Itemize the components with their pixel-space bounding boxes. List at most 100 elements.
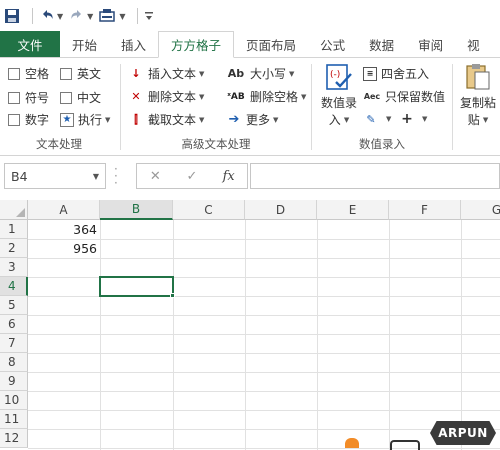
enter-icon[interactable]: ✓ — [174, 169, 211, 184]
undo-dropdown-icon[interactable]: ▼ — [57, 12, 63, 21]
svg-text:(-): (-) — [330, 70, 340, 80]
chevron-down-icon: ▼ — [301, 92, 307, 101]
numeric-entry-button[interactable]: (-) 数值录 入 ▼ — [317, 62, 361, 128]
gridline — [173, 220, 174, 450]
tab-fangfang[interactable]: 方方格子 — [158, 31, 235, 58]
quick-access-toolbar: ▼ ▼ ▼ — [0, 0, 500, 32]
row-header-11[interactable]: 11 — [0, 410, 28, 429]
chevron-down-icon: ▼ — [199, 92, 205, 101]
checkbox[interactable] — [8, 91, 20, 104]
touch-mode-dropdown-icon[interactable]: ▼ — [119, 12, 125, 21]
column-header-a[interactable]: A — [28, 200, 100, 220]
tab-page-layout[interactable]: 页面布局 — [234, 31, 308, 57]
cell-a2[interactable]: 956 — [28, 239, 100, 258]
insert-text-button[interactable]: ↓ 插入文本 ▼ — [128, 65, 204, 82]
tab-file[interactable]: 文件 — [0, 31, 60, 57]
execute-label: 执行 — [78, 113, 103, 127]
checkbox[interactable] — [8, 67, 20, 80]
fill-handle[interactable] — [170, 293, 175, 298]
gridline — [461, 220, 462, 450]
row-header-9[interactable]: 9 — [0, 372, 28, 391]
case-icon: Ab — [227, 67, 245, 80]
execute-button[interactable]: ★ 执行 ▼ — [60, 111, 110, 128]
execute-icon: ★ — [60, 112, 74, 127]
option-space[interactable]: 空格 — [8, 65, 49, 82]
tab-view[interactable]: 视 — [455, 31, 492, 57]
cancel-icon[interactable]: ✕ — [137, 169, 174, 184]
keep-values-icon: Aec — [363, 92, 381, 101]
formula-bar-resize-handle[interactable]: · · · — [114, 163, 118, 189]
column-header-g[interactable]: G — [461, 200, 500, 220]
copy-paste-label-line2: 贴 ▼ — [468, 111, 488, 128]
redo-dropdown-icon[interactable]: ▼ — [87, 12, 93, 21]
gridline — [28, 448, 500, 449]
formula-bar: B4 ▼ · · · ✕ ✓ fx — [0, 156, 500, 200]
column-header-e[interactable]: E — [317, 200, 389, 220]
row-header-7[interactable]: 7 — [0, 334, 28, 353]
chevron-down-icon[interactable]: ▼ — [93, 172, 99, 181]
chevron-down-icon: ▼ — [343, 115, 350, 124]
option-label: 中文 — [77, 91, 102, 105]
save-icon[interactable] — [4, 4, 20, 28]
tab-formulas[interactable]: 公式 — [308, 31, 357, 57]
gridline — [28, 258, 500, 259]
keep-values-button[interactable]: Aec 只保留数值 — [363, 88, 445, 105]
chevron-down-icon: ▼ — [199, 69, 205, 78]
gridline — [28, 372, 500, 373]
extract-text-label: 截取文本 — [148, 113, 197, 127]
gridline — [28, 429, 500, 430]
formula-input[interactable] — [250, 163, 500, 189]
row-header-4[interactable]: 4 — [0, 277, 28, 296]
column-header-f[interactable]: F — [389, 200, 461, 220]
row-header-6[interactable]: 6 — [0, 315, 28, 334]
select-all-corner[interactable] — [0, 200, 28, 220]
column-header-b[interactable]: B — [100, 200, 173, 220]
watermark-logo-shape — [345, 438, 359, 448]
insert-function-icon[interactable]: fx — [210, 169, 247, 184]
row-header-5[interactable]: 5 — [0, 296, 28, 315]
edit-button[interactable]: ✎ ▼ — [363, 111, 391, 127]
insert-text-icon: ↓ — [131, 67, 141, 80]
more-button[interactable]: ➔ 更多 ▼ — [226, 111, 279, 128]
checkbox[interactable] — [60, 91, 72, 104]
checkbox[interactable] — [8, 113, 20, 126]
row-header-1[interactable]: 1 — [0, 220, 28, 239]
chevron-down-icon: ▼ — [386, 115, 392, 123]
cell-a1[interactable]: 364 — [28, 220, 100, 239]
delete-text-label: 删除文本 — [148, 90, 197, 104]
selected-cell-b4[interactable] — [99, 276, 174, 297]
plus-icon: + — [401, 111, 413, 127]
tab-review[interactable]: 审阅 — [406, 31, 455, 57]
extract-text-button[interactable]: ⫿ 截取文本 ▼ — [128, 111, 204, 128]
gridline — [28, 353, 500, 354]
tab-home[interactable]: 开始 — [60, 31, 109, 57]
name-box[interactable]: B4 ▼ — [4, 163, 106, 189]
copy-paste-button[interactable]: 复制粘 贴 ▼ — [456, 62, 500, 128]
row-header-10[interactable]: 10 — [0, 391, 28, 410]
option-chinese[interactable]: 中文 — [60, 89, 101, 106]
row-header-12[interactable]: 12 — [0, 429, 28, 448]
column-header-d[interactable]: D — [245, 200, 317, 220]
redo-icon[interactable]: ▼ — [69, 4, 93, 28]
round-button[interactable]: ≡ 四舍五入 — [363, 65, 429, 82]
tab-insert[interactable]: 插入 — [109, 31, 158, 57]
touch-mode-icon[interactable]: ▼ — [99, 4, 125, 28]
option-label: 数字 — [25, 113, 50, 127]
option-english[interactable]: 英文 — [60, 65, 101, 82]
row-header-3[interactable]: 3 — [0, 258, 28, 277]
option-number[interactable]: 数字 — [8, 111, 49, 128]
case-button[interactable]: Ab 大小写 ▼ — [226, 65, 295, 82]
checkbox[interactable] — [60, 67, 72, 80]
row-header-2[interactable]: 2 — [0, 239, 28, 258]
option-symbol[interactable]: 符号 — [8, 89, 49, 106]
column-header-c[interactable]: C — [173, 200, 245, 220]
row-header-8[interactable]: 8 — [0, 353, 28, 372]
gridline — [317, 220, 318, 450]
customize-icon[interactable] — [144, 4, 154, 28]
delete-text-button[interactable]: ✕ 删除文本 ▼ — [128, 88, 204, 105]
undo-icon[interactable]: ▼ — [39, 4, 63, 28]
gridline — [28, 334, 500, 335]
tab-data[interactable]: 数据 — [357, 31, 406, 57]
delete-space-button[interactable]: ˣAB 删除空格 ▼ — [226, 88, 306, 105]
add-button[interactable]: + ▼ — [399, 111, 427, 127]
